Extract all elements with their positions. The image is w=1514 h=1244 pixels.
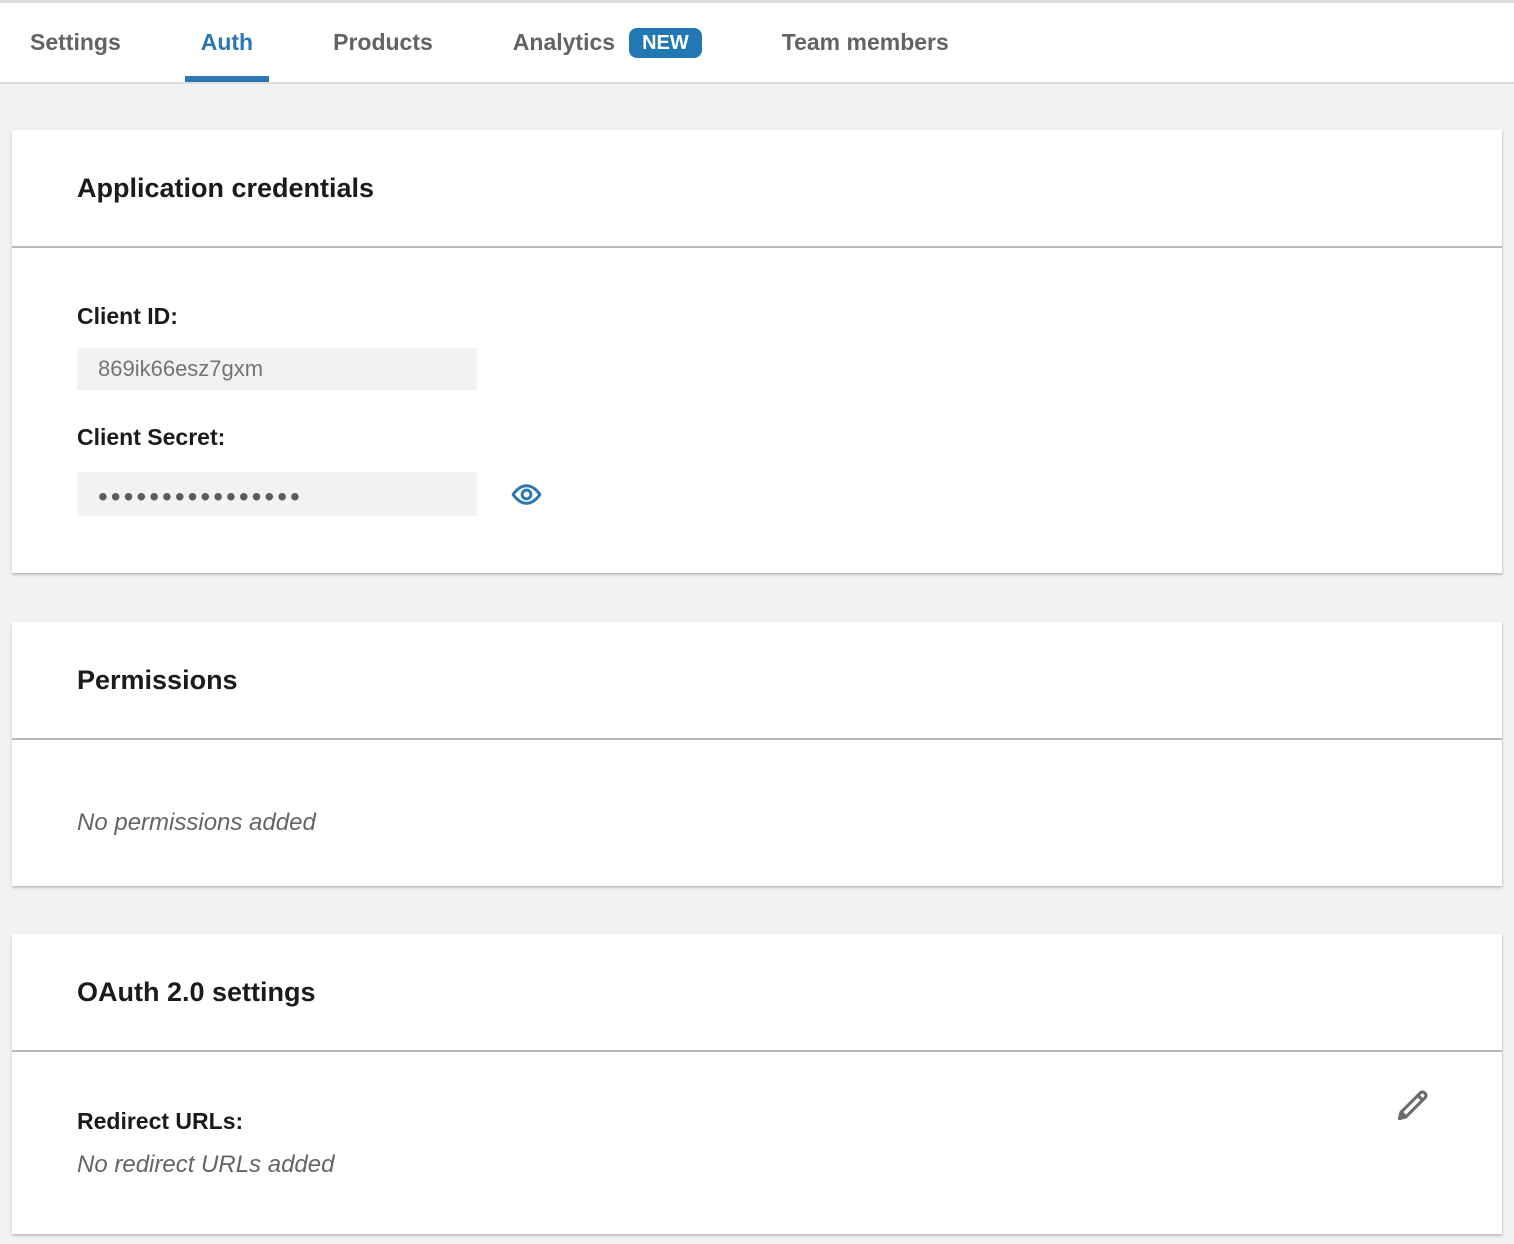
client-secret-label: Client Secret: <box>77 424 1437 450</box>
eye-icon <box>511 479 542 510</box>
tab-analytics-label: Analytics <box>513 29 615 56</box>
no-permissions-text: No permissions added <box>77 810 1437 836</box>
client-secret-value: •••••••••••••••• <box>77 472 477 516</box>
tab-auth[interactable]: Auth <box>201 3 253 82</box>
application-credentials-title: Application credentials <box>77 172 1437 204</box>
oauth-settings-title: OAuth 2.0 settings <box>77 976 1437 1008</box>
application-credentials-card: Application credentials Client ID: 869ik… <box>12 130 1502 573</box>
client-secret-row: •••••••••••••••• <box>77 472 1437 516</box>
application-credentials-body: Client ID: 869ik66esz7gxm Client Secret:… <box>12 248 1502 573</box>
new-badge: NEW <box>629 28 702 58</box>
permissions-card: Permissions No permissions added <box>12 622 1502 886</box>
client-id-value: 869ik66esz7gxm <box>77 348 477 390</box>
reveal-secret-button[interactable] <box>511 479 542 510</box>
application-credentials-header: Application credentials <box>12 130 1502 248</box>
oauth-settings-body: Redirect URLs: No redirect URLs added <box>12 1052 1502 1234</box>
tab-analytics[interactable]: Analytics NEW <box>513 3 702 82</box>
pencil-icon <box>1390 1084 1434 1128</box>
permissions-title: Permissions <box>77 664 1437 696</box>
tab-products[interactable]: Products <box>333 3 433 82</box>
oauth-settings-card: OAuth 2.0 settings Redirect URLs: No red… <box>12 934 1502 1234</box>
client-id-label: Client ID: <box>77 303 1437 329</box>
permissions-body: No permissions added <box>12 740 1502 886</box>
tab-settings[interactable]: Settings <box>30 3 121 82</box>
redirect-urls-label: Redirect URLs: <box>77 1108 1437 1134</box>
permissions-header: Permissions <box>12 622 1502 740</box>
tab-team-members[interactable]: Team members <box>782 3 949 82</box>
oauth-settings-header: OAuth 2.0 settings <box>12 934 1502 1052</box>
no-redirect-urls-text: No redirect URLs added <box>77 1152 1437 1178</box>
edit-redirect-urls-button[interactable] <box>1390 1084 1434 1128</box>
tab-bar: Settings Auth Products Analytics NEW Tea… <box>0 0 1514 84</box>
